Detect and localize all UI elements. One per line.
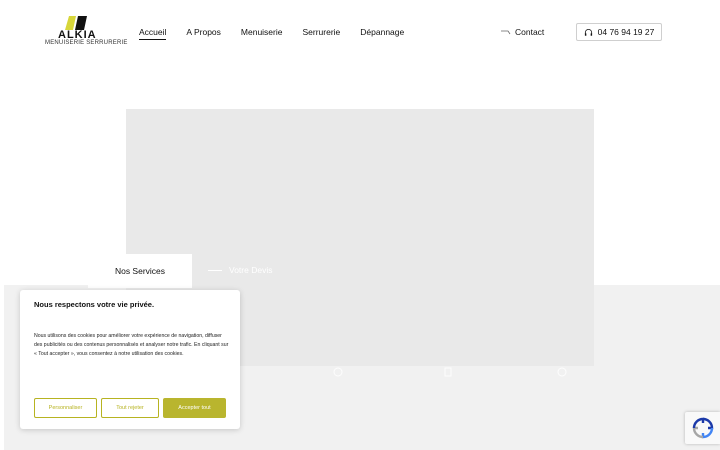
site-header: ALKIA MENUISERIE SERRURERIE Accueil A Pr… bbox=[0, 0, 720, 64]
site-logo[interactable]: ALKIA MENUISERIE SERRURERIE bbox=[44, 16, 127, 48]
tab-dash bbox=[208, 269, 222, 271]
nav-item-serrurerie[interactable]: Serrurerie bbox=[302, 27, 340, 40]
headset-icon bbox=[584, 28, 592, 36]
service-icon bbox=[333, 367, 343, 377]
contact-label: Contact bbox=[515, 27, 545, 37]
logo-tagline: MENUISERIE SERRURERIE bbox=[45, 40, 128, 46]
service-icon bbox=[557, 367, 567, 377]
arrow-icon bbox=[501, 30, 511, 35]
recaptcha-icon bbox=[692, 417, 713, 439]
nav-item-depannage[interactable]: Dépannage bbox=[360, 27, 404, 40]
nav-item-menuiserie[interactable]: Menuiserie bbox=[241, 27, 283, 40]
logo-mark-icon bbox=[65, 16, 87, 30]
customize-button[interactable]: Personnaliser bbox=[34, 398, 97, 418]
reject-all-button[interactable]: Tout rejeter bbox=[101, 398, 159, 418]
service-icon bbox=[444, 367, 452, 377]
nav-item-a-propos[interactable]: A Propos bbox=[186, 27, 221, 40]
nav-item-accueil[interactable]: Accueil bbox=[139, 27, 167, 40]
tab-votre-devis[interactable]: Votre Devis bbox=[208, 265, 272, 275]
contact-link[interactable]: Contact bbox=[501, 27, 544, 37]
tab-devis-label: Votre Devis bbox=[229, 265, 273, 275]
cookie-consent-dialog: Nous respectons votre vie privée. Nous u… bbox=[20, 290, 240, 429]
service-item[interactable] bbox=[557, 367, 572, 377]
main-nav: Accueil A Propos Menuiserie Serrurerie D… bbox=[139, 27, 424, 40]
service-item[interactable] bbox=[443, 367, 458, 377]
service-item[interactable] bbox=[333, 367, 348, 377]
cookie-title: Nous respectons votre vie privée. bbox=[34, 300, 155, 309]
tab-nos-services[interactable]: Nos Services bbox=[88, 254, 192, 288]
phone-button[interactable]: 04 76 94 19 27 bbox=[576, 23, 662, 41]
phone-number: 04 76 94 19 27 bbox=[597, 27, 655, 37]
recaptcha-badge[interactable] bbox=[685, 412, 720, 444]
accept-all-button[interactable]: Accepter tout bbox=[163, 398, 226, 418]
cookie-body: Nous utilisons des cookies pour améliore… bbox=[34, 333, 229, 357]
